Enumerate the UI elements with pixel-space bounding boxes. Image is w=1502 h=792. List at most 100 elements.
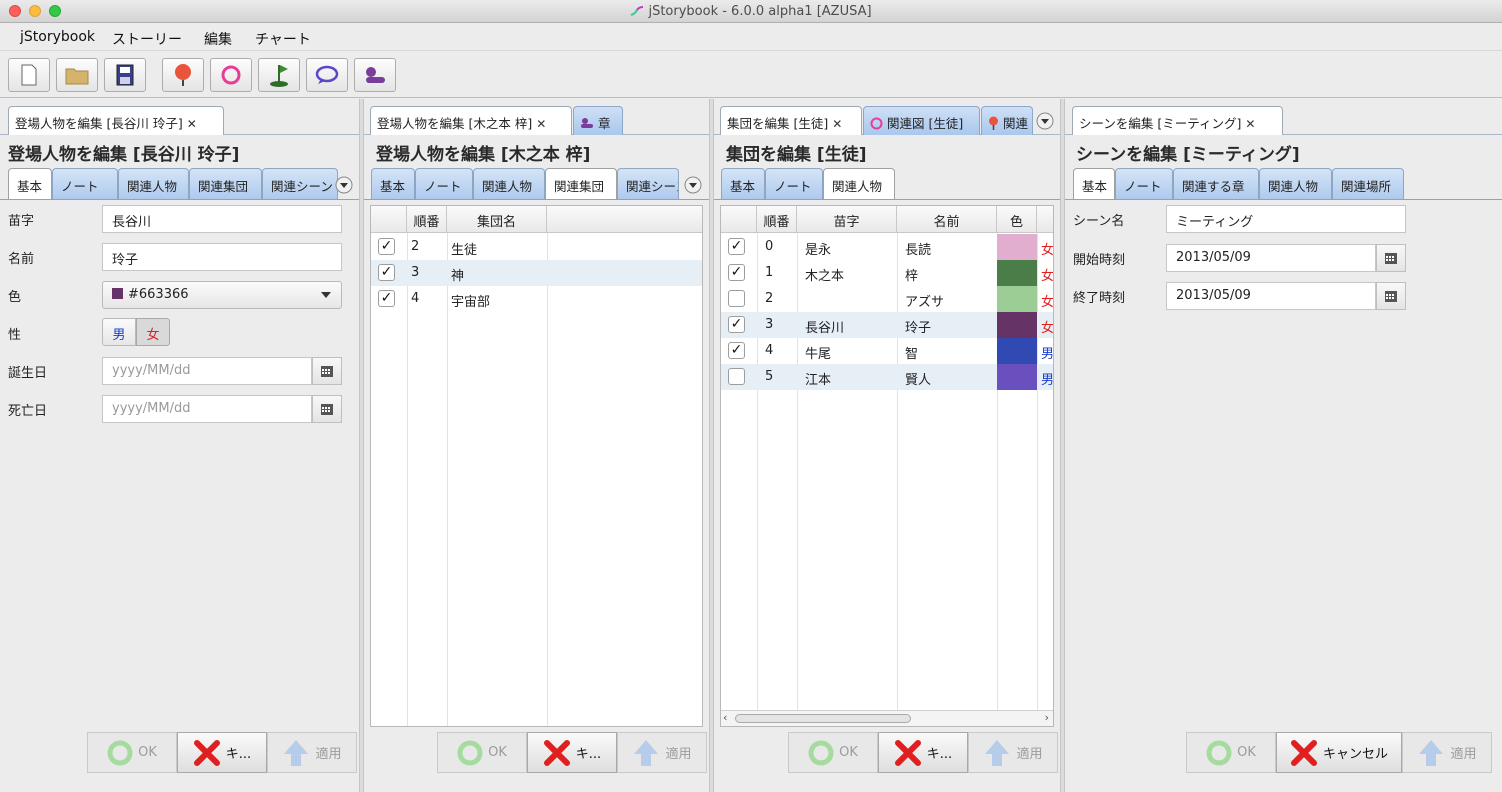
table-row[interactable]: 2 アズサ 女 <box>721 286 1053 312</box>
tab-related-places[interactable]: 関連場所 <box>1332 168 1404 199</box>
male-toggle[interactable]: 男 <box>102 318 136 346</box>
birthday-field[interactable]: yyyy/MM/dd <box>102 357 312 385</box>
open-button[interactable] <box>56 58 98 92</box>
save-button[interactable] <box>104 58 146 92</box>
row-checkbox[interactable]: ✓ <box>378 238 395 255</box>
start-time-field[interactable]: 2013/05/09 <box>1166 244 1376 272</box>
tab-related-scenes[interactable]: 関連シーン <box>617 168 679 199</box>
tab-basic[interactable]: 基本 <box>371 168 415 199</box>
row-checkbox[interactable] <box>728 290 745 307</box>
column-header[interactable]: 集団名 <box>447 206 547 233</box>
ok-button[interactable]: OK <box>1186 732 1276 773</box>
column-header[interactable] <box>721 206 757 233</box>
close-icon[interactable]: ✕ <box>1245 117 1255 131</box>
tab-notes[interactable]: ノート <box>415 168 473 199</box>
tab-related-groups[interactable]: 関連集団 <box>545 168 617 199</box>
cancel-button[interactable]: キ... <box>878 732 968 773</box>
ok-button[interactable]: OK <box>87 732 177 773</box>
tab-notes[interactable]: ノート <box>52 168 118 199</box>
tab-related-groups[interactable]: 関連集団 <box>189 168 262 199</box>
row-checkbox[interactable]: ✓ <box>378 290 395 307</box>
apply-button[interactable]: 適用 <box>968 732 1058 773</box>
row-checkbox[interactable]: ✓ <box>378 264 395 281</box>
tab-basic[interactable]: 基本 <box>1073 168 1115 199</box>
table-row[interactable]: ✓ 3 長谷川 玲子 女 <box>721 312 1053 338</box>
doc-tab-character-reiko[interactable]: 登場人物を編集 [長谷川 玲子] ✕ <box>8 106 224 135</box>
deathday-field[interactable]: yyyy/MM/dd <box>102 395 312 423</box>
column-header[interactable]: 順番 <box>407 206 447 233</box>
ok-button[interactable]: OK <box>437 732 527 773</box>
doc-tab-group-students[interactable]: 集団を編集 [生徒] ✕ <box>720 106 862 135</box>
tab-related-people[interactable]: 関連人物 <box>473 168 545 199</box>
tab-notes[interactable]: ノート <box>1115 168 1173 199</box>
new-chapter-button[interactable] <box>354 58 396 92</box>
new-place-button[interactable] <box>258 58 300 92</box>
tab-basic[interactable]: 基本 <box>8 168 52 199</box>
tab-related-people[interactable]: 関連人物 <box>1259 168 1332 199</box>
column-header[interactable]: 順番 <box>757 206 797 233</box>
close-icon[interactable]: ✕ <box>832 117 842 131</box>
table-row[interactable]: ✓ 0 是永 長読 女 <box>721 234 1053 260</box>
chevron-down-icon[interactable] <box>684 176 702 194</box>
color-select[interactable]: #663366 <box>102 281 342 309</box>
menu-chart[interactable]: チャート <box>255 29 311 49</box>
female-toggle[interactable]: 女 <box>136 318 170 346</box>
doc-tab-related[interactable]: 関連 <box>981 106 1033 135</box>
end-time-field[interactable]: 2013/05/09 <box>1166 282 1376 310</box>
apply-button[interactable]: 適用 <box>267 732 357 773</box>
doc-tab-character-azusa[interactable]: 登場人物を編集 [木之本 梓] ✕ <box>370 106 572 135</box>
doc-tab-scene-meeting[interactable]: シーンを編集 [ミーティング] ✕ <box>1072 106 1283 135</box>
column-header[interactable] <box>371 206 407 233</box>
table-row[interactable]: ✓ 4 宇宙部 <box>371 286 702 312</box>
table-row[interactable]: 5 江本 賢人 男 <box>721 364 1053 390</box>
scroll-right-icon[interactable]: › <box>1045 711 1049 724</box>
tab-related-people[interactable]: 関連人物 <box>118 168 189 199</box>
tab-related-chapters[interactable]: 関連する章 <box>1173 168 1259 199</box>
doc-tab-relation-chart[interactable]: 関連図 [生徒] <box>863 106 980 135</box>
menu-edit[interactable]: 編集 <box>204 29 232 49</box>
new-person-button[interactable] <box>162 58 204 92</box>
row-checkbox[interactable] <box>728 368 745 385</box>
cancel-button[interactable]: キャンセル <box>1276 732 1402 773</box>
close-icon[interactable]: ✕ <box>536 117 546 131</box>
table-row[interactable]: ✓ 2 生徒 <box>371 234 702 260</box>
surname-field[interactable]: 長谷川 <box>102 205 342 233</box>
apply-button[interactable]: 適用 <box>617 732 707 773</box>
new-button[interactable] <box>8 58 50 92</box>
horizontal-scrollbar[interactable]: ‹ › <box>721 710 1053 726</box>
column-header[interactable]: 名前 <box>897 206 997 233</box>
apply-button[interactable]: 適用 <box>1402 732 1492 773</box>
row-checkbox[interactable]: ✓ <box>728 238 745 255</box>
chevron-down-icon[interactable] <box>1036 112 1054 130</box>
menu-story[interactable]: ストーリー <box>112 29 182 49</box>
new-note-button[interactable] <box>306 58 348 92</box>
doc-tab-chapters[interactable]: 章 <box>573 106 623 135</box>
row-checkbox[interactable]: ✓ <box>728 316 745 333</box>
row-checkbox[interactable]: ✓ <box>728 264 745 281</box>
column-header[interactable]: 色 <box>997 206 1037 233</box>
column-header[interactable]: 苗字 <box>797 206 897 233</box>
cancel-button[interactable]: キ... <box>527 732 617 773</box>
ok-button[interactable]: OK <box>788 732 878 773</box>
tab-related-people[interactable]: 関連人物 <box>823 168 895 199</box>
tab-notes[interactable]: ノート <box>765 168 823 199</box>
close-icon[interactable]: ✕ <box>187 117 197 131</box>
row-checkbox[interactable]: ✓ <box>728 342 745 359</box>
scene-name-field[interactable]: ミーティング <box>1166 205 1406 233</box>
new-group-button[interactable] <box>210 58 252 92</box>
tab-related-scenes[interactable]: 関連シーン <box>262 168 338 199</box>
table-row[interactable]: ✓ 1 木之本 梓 女 <box>721 260 1053 286</box>
menu-jstorybook[interactable]: jStorybook <box>20 29 95 45</box>
end-calendar-button[interactable] <box>1376 282 1406 310</box>
table-row[interactable]: ✓ 3 神 <box>371 260 702 286</box>
tab-basic[interactable]: 基本 <box>721 168 765 199</box>
table-row[interactable]: ✓ 4 牛尾 智 男 <box>721 338 1053 364</box>
chevron-down-icon[interactable] <box>335 176 353 194</box>
deathday-calendar-button[interactable] <box>312 395 342 423</box>
cancel-button[interactable]: キ... <box>177 732 267 773</box>
start-calendar-button[interactable] <box>1376 244 1406 272</box>
scroll-left-icon[interactable]: ‹ <box>723 711 727 724</box>
scrollbar-thumb[interactable] <box>735 714 911 723</box>
birthday-calendar-button[interactable] <box>312 357 342 385</box>
name-field[interactable]: 玲子 <box>102 243 342 271</box>
